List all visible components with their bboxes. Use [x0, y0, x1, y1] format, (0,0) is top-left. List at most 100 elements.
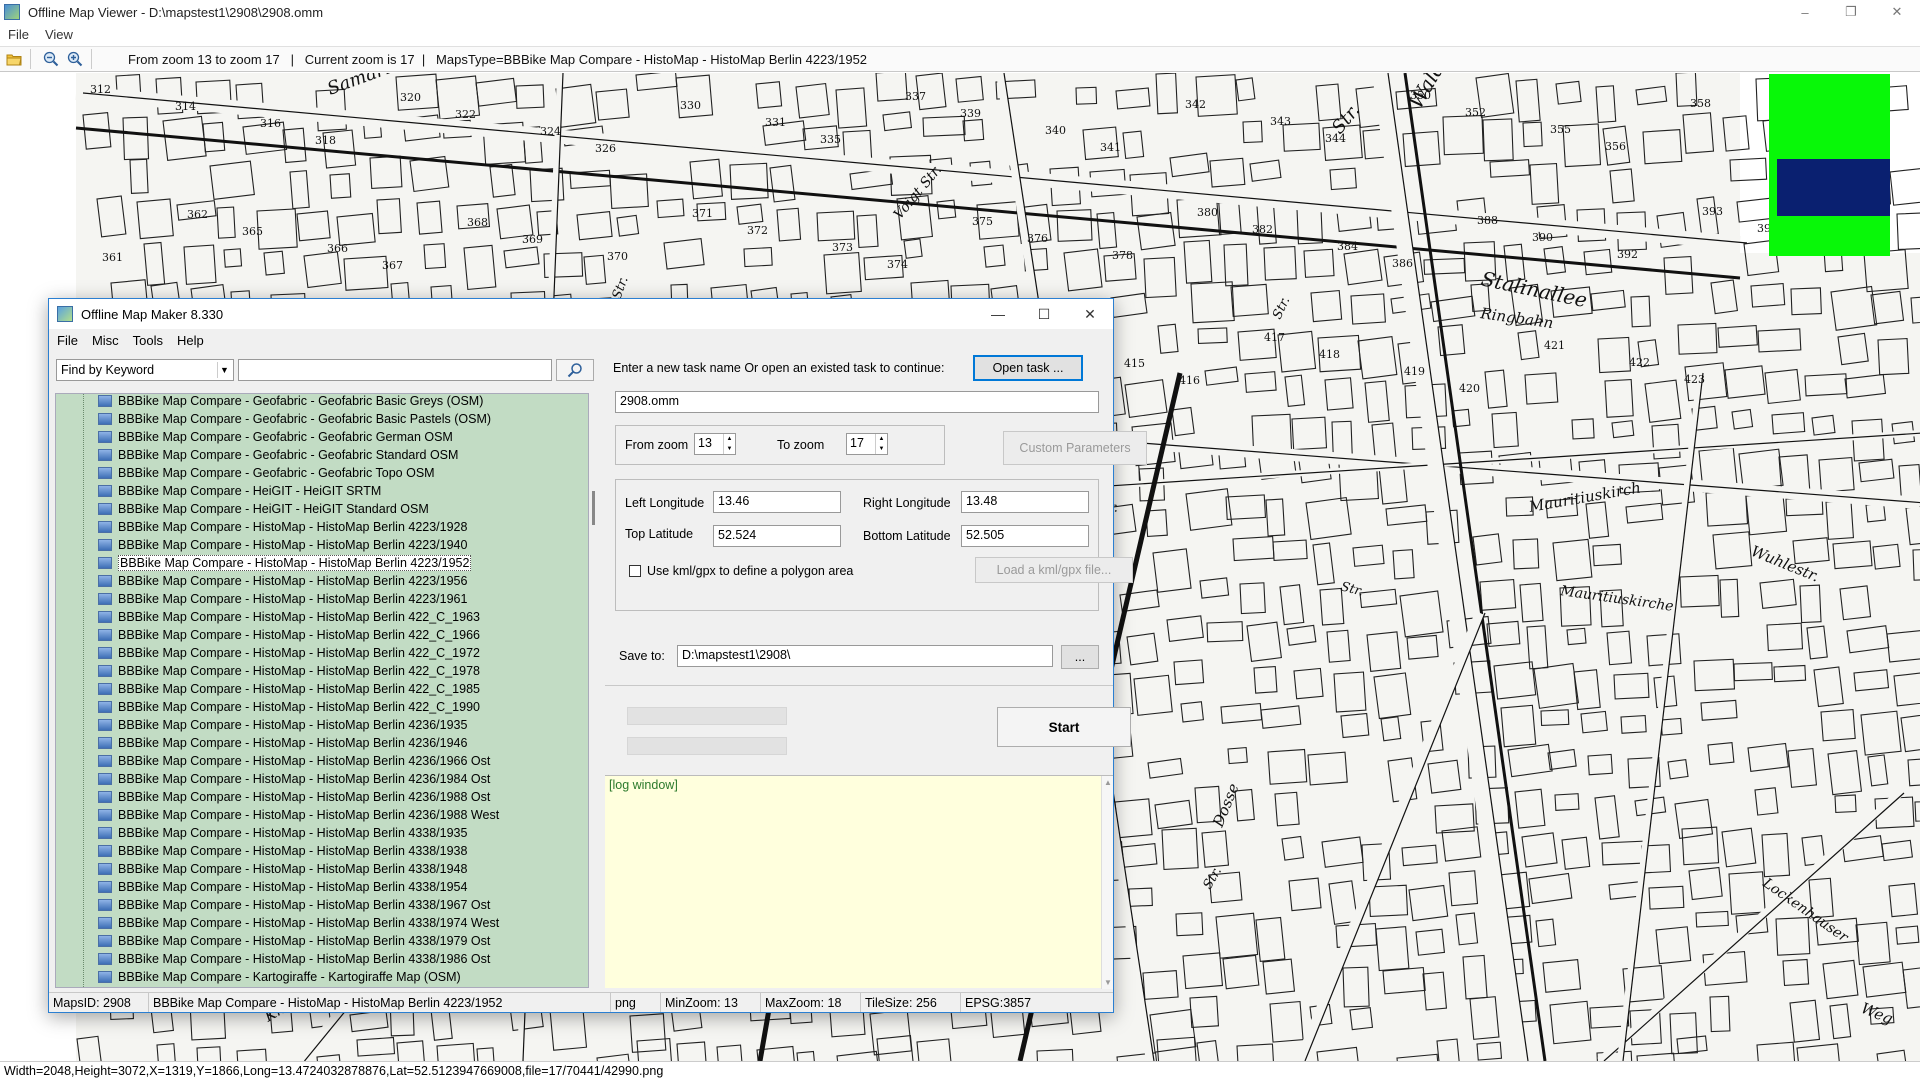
parcel-number: 350: [1410, 89, 1431, 102]
tree-item[interactable]: BBBike Map Compare - HistoMap - HistoMap…: [98, 824, 467, 842]
tree-item[interactable]: BBBike Map Compare - HistoMap - HistoMap…: [98, 842, 467, 860]
bottom-latitude-field[interactable]: 52.505: [961, 525, 1089, 547]
minimize-button[interactable]: –: [1782, 0, 1828, 24]
minimap-viewport[interactable]: [1777, 159, 1890, 216]
parcel-number: 393: [1702, 205, 1723, 218]
top-latitude-field[interactable]: 52.524: [713, 525, 841, 547]
tree-item-label: BBBike Map Compare - HistoMap - HistoMap…: [118, 952, 491, 966]
tree-item[interactable]: BBBike Map Compare - HistoMap - HistoMap…: [98, 716, 467, 734]
tree-item[interactable]: BBBike Map Compare - Geofabric - Geofabr…: [98, 428, 453, 446]
dialog-menu-tools[interactable]: Tools: [133, 333, 163, 348]
browse-button[interactable]: ...: [1061, 645, 1099, 669]
from-zoom-stepper[interactable]: 13 ▲ ▼: [694, 433, 736, 455]
tree-item[interactable]: BBBike Map Compare - HistoMap - HistoMap…: [98, 680, 480, 698]
parcel-number: 335: [820, 133, 841, 146]
chevron-down-icon[interactable]: ▼: [217, 362, 231, 378]
tree-item-label: BBBike Map Compare - HistoMap - HistoMap…: [118, 610, 480, 624]
tree-item[interactable]: BBBike Map Compare - HistoMap - HistoMap…: [98, 914, 499, 932]
parcel-number: 417: [1264, 331, 1285, 344]
tree-item[interactable]: BBBike Map Compare - HistoMap - HistoMap…: [98, 950, 490, 968]
tree-item[interactable]: BBBike Map Compare - HistoMap - HistoMap…: [98, 662, 480, 680]
tree-item[interactable]: BBBike Map Compare - Geofabric - Geofabr…: [98, 464, 435, 482]
tree-item[interactable]: BBBike Map Compare - Geofabric - Geofabr…: [98, 410, 491, 428]
tree-item[interactable]: BBBike Map Compare - HistoMap - HistoMap…: [98, 806, 499, 824]
tree-item[interactable]: BBBike Map Compare - HistoMap - HistoMap…: [98, 626, 480, 644]
kml-polygon-checkbox[interactable]: [629, 565, 641, 577]
tree-item[interactable]: BBBike Map Compare - HeiGIT - HeiGIT Sta…: [98, 500, 429, 518]
tree-item[interactable]: BBBike Map Compare - HistoMap - HistoMap…: [98, 932, 490, 950]
map-source-icon: [98, 521, 112, 533]
scroll-up-icon[interactable]: ▲: [1104, 778, 1112, 787]
tree-item[interactable]: BBBike Map Compare - HistoMap - HistoMap…: [98, 590, 467, 608]
save-to-field[interactable]: D:\mapstest1\2908\: [677, 645, 1053, 667]
tree-scrollbar-thumb[interactable]: [592, 491, 595, 525]
to-zoom-stepper[interactable]: 17 ▲ ▼: [846, 433, 888, 455]
tree-item[interactable]: BBBike Map Compare - HistoMap - HistoMap…: [98, 572, 467, 590]
tree-item[interactable]: BBBike Map Compare - LGB - LGB Brandenbu…: [98, 986, 453, 987]
dialog-maximize-button[interactable]: ☐: [1021, 299, 1067, 329]
start-button[interactable]: Start: [997, 707, 1131, 747]
tree-item[interactable]: BBBike Map Compare - HistoMap - HistoMap…: [98, 644, 480, 662]
offline-map-maker-dialog: Offline Map Maker 8.330 — ☐ ✕ File Misc …: [48, 298, 1147, 1013]
tree-item[interactable]: BBBike Map Compare - HistoMap - HistoMap…: [98, 734, 467, 752]
map-source-icon: [98, 575, 112, 587]
tree-item[interactable]: BBBike Map Compare - Geofabric - Geofabr…: [98, 446, 458, 464]
task-name-field[interactable]: 2908.omm: [615, 391, 1099, 413]
zoom-out-icon[interactable]: [41, 49, 61, 69]
open-folder-icon[interactable]: [4, 49, 24, 69]
parcel-number: 369: [522, 233, 543, 246]
tree-item-label: BBBike Map Compare - HistoMap - HistoMap…: [118, 844, 468, 858]
keyword-select[interactable]: Find by Keyword ▼: [56, 359, 234, 381]
tree-item[interactable]: BBBike Map Compare - HistoMap - HistoMap…: [98, 770, 490, 788]
tree-item[interactable]: BBBike Map Compare - HistoMap - HistoMap…: [98, 752, 490, 770]
dialog-menu-file[interactable]: File: [57, 333, 78, 348]
map-source-tree[interactable]: BBBike Map Compare - Geofabric - Geofabr…: [55, 393, 589, 988]
right-longitude-field[interactable]: 13.48: [961, 491, 1089, 513]
tree-item[interactable]: BBBike Map Compare - HistoMap - HistoMap…: [98, 788, 490, 806]
zoom-in-icon[interactable]: [65, 49, 85, 69]
maximize-button[interactable]: ❐: [1828, 0, 1874, 24]
map-source-icon: [98, 737, 112, 749]
tree-item[interactable]: BBBike Map Compare - HistoMap - HistoMap…: [98, 896, 490, 914]
open-task-button[interactable]: Open task ...: [973, 355, 1083, 381]
close-button[interactable]: ✕: [1874, 0, 1920, 24]
tree-item-label: BBBike Map Compare - HistoMap - HistoMap…: [118, 862, 468, 876]
map-source-icon: [98, 467, 112, 479]
tree-item[interactable]: BBBike Map Compare - HistoMap - HistoMap…: [98, 608, 480, 626]
left-longitude-field[interactable]: 13.46: [713, 491, 841, 513]
load-kml-button[interactable]: Load a kml/gpx file...: [975, 557, 1133, 583]
tree-item[interactable]: BBBike Map Compare - HistoMap - HistoMap…: [98, 536, 467, 554]
overview-minimap[interactable]: [1769, 74, 1890, 256]
menu-file[interactable]: File: [8, 27, 29, 42]
menu-view[interactable]: View: [45, 27, 73, 42]
log-scrollbar[interactable]: ▲ ▼: [1101, 776, 1113, 989]
custom-parameters-button[interactable]: Custom Parameters: [1003, 431, 1147, 465]
dialog-menu-misc[interactable]: Misc: [92, 333, 119, 348]
log-window[interactable]: [log window] ▲ ▼: [605, 775, 1113, 989]
tree-scrollbar[interactable]: [589, 393, 599, 988]
tree-item[interactable]: BBBike Map Compare - HistoMap - HistoMap…: [98, 554, 472, 572]
tree-item[interactable]: BBBike Map Compare - Geofabric - Geofabr…: [98, 394, 484, 410]
tree-item[interactable]: BBBike Map Compare - HistoMap - HistoMap…: [98, 698, 480, 716]
tree-item[interactable]: BBBike Map Compare - HeiGIT - HeiGIT SRT…: [98, 482, 381, 500]
tree-item[interactable]: BBBike Map Compare - HistoMap - HistoMap…: [98, 518, 467, 536]
parcel-number: 371: [692, 207, 713, 220]
dialog-minimize-button[interactable]: —: [975, 299, 1021, 329]
stepper-arrows-icon[interactable]: ▲ ▼: [723, 434, 735, 454]
tree-item[interactable]: BBBike Map Compare - HistoMap - HistoMap…: [98, 878, 467, 896]
stepper-arrows-icon[interactable]: ▲ ▼: [875, 434, 887, 454]
log-text: [log window]: [609, 778, 678, 792]
map-source-icon: [98, 611, 112, 623]
tree-item[interactable]: BBBike Map Compare - Kartogiraffe - Kart…: [98, 968, 461, 986]
scroll-down-icon[interactable]: ▼: [1104, 978, 1112, 987]
search-input[interactable]: [238, 359, 552, 381]
dialog-menu-help[interactable]: Help: [177, 333, 204, 348]
map-source-icon: [98, 881, 112, 893]
dialog-close-button[interactable]: ✕: [1067, 299, 1113, 329]
map-source-icon: [98, 395, 112, 407]
dialog-app-icon: [57, 306, 73, 322]
search-button[interactable]: [556, 359, 594, 381]
tree-item-label: BBBike Map Compare - Geofabric - Geofabr…: [118, 394, 484, 408]
parcel-number: 418: [1319, 348, 1340, 361]
tree-item[interactable]: BBBike Map Compare - HistoMap - HistoMap…: [98, 860, 467, 878]
